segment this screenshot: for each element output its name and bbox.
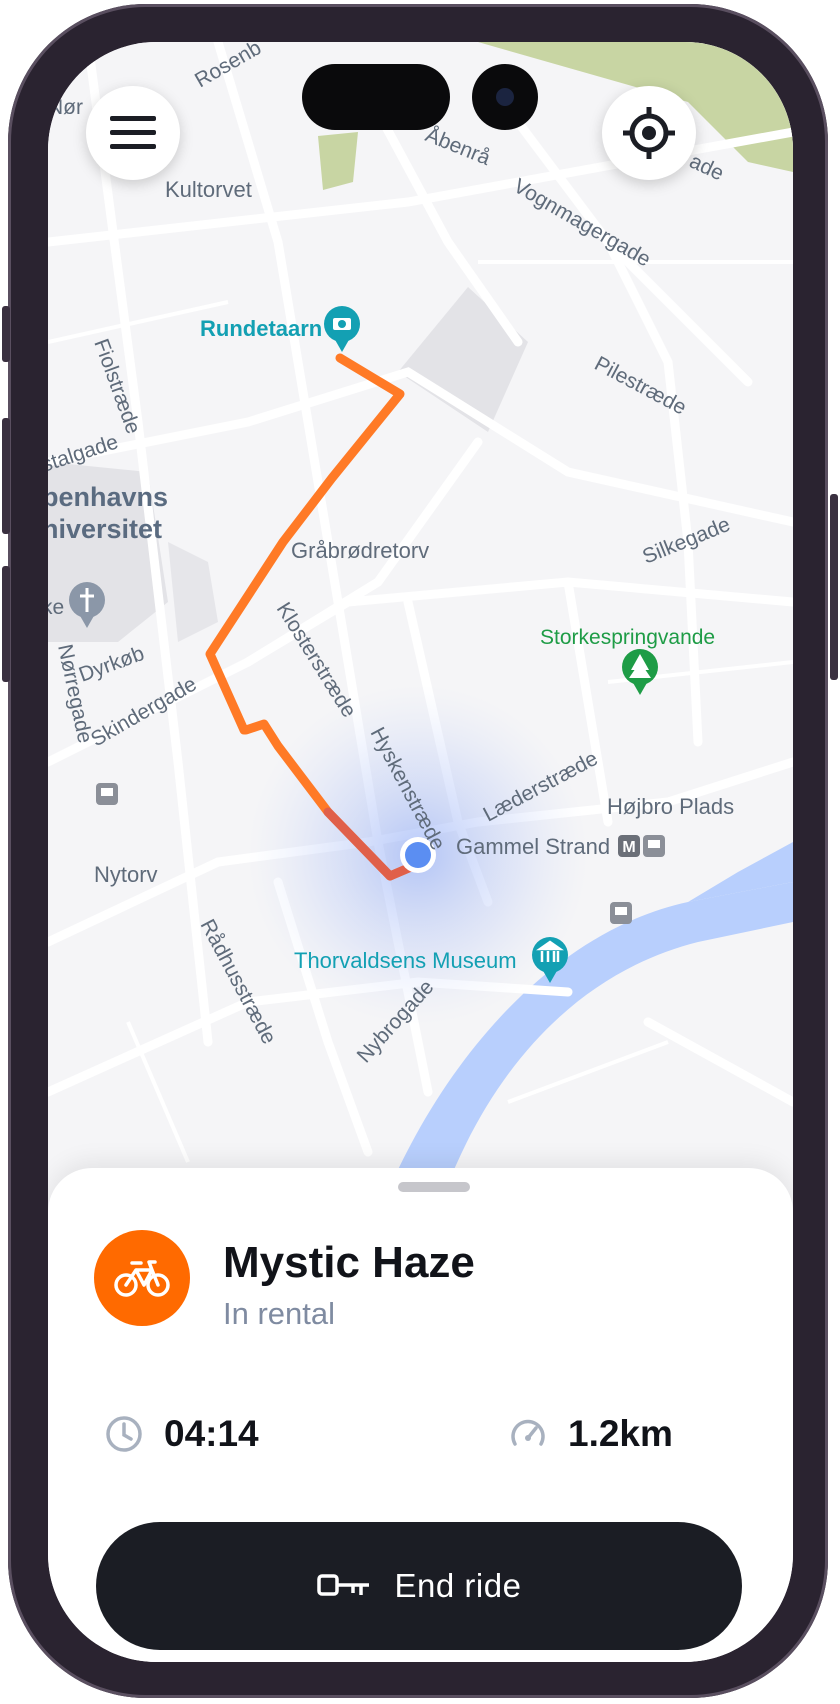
map-label: Nytorv — [94, 862, 158, 887]
map-label: ke — [48, 596, 64, 619]
map-label-storkespringvandet: Storkespringvande — [540, 626, 715, 649]
bike-avatar — [94, 1230, 190, 1326]
clock-icon — [106, 1416, 142, 1452]
front-camera — [472, 64, 538, 130]
end-ride-label: End ride — [394, 1567, 522, 1604]
volume-up-button — [2, 418, 10, 534]
speedometer-icon — [511, 1419, 545, 1446]
screen: M Nør Rosenb Kultorvet Åbenrå Vognmagerg… — [48, 42, 793, 1662]
rental-status: In rental — [223, 1296, 336, 1331]
bike-name: Mystic Haze — [223, 1238, 475, 1287]
volume-down-button — [2, 566, 10, 682]
bicycle-icon — [114, 1260, 170, 1297]
action-button — [2, 306, 10, 362]
map-label-rundetaarn: Rundetaarn — [200, 316, 322, 341]
dynamic-island — [302, 64, 450, 130]
hamburger-menu-icon — [110, 116, 156, 149]
duration-stat: 04:14 — [104, 1408, 259, 1460]
locate-me-button[interactable] — [602, 86, 696, 180]
map-label: Kultorvet — [165, 177, 252, 202]
duration-value: 04:14 — [164, 1413, 259, 1454]
map-label: Nør — [48, 96, 83, 119]
crosshair-locate-icon — [623, 107, 675, 159]
park-area — [318, 132, 358, 190]
end-ride-button[interactable]: End ride — [96, 1522, 742, 1650]
distance-stat: 1.2km — [508, 1408, 673, 1460]
sheet-drag-handle[interactable] — [398, 1182, 470, 1192]
metro-badge-label: M — [622, 839, 635, 856]
menu-button[interactable] — [86, 86, 180, 180]
map[interactable]: M Nør Rosenb Kultorvet Åbenrå Vognmagerg… — [48, 42, 793, 1242]
map-label: Højbro Plads — [607, 794, 734, 819]
bus-stop-icon[interactable] — [96, 783, 118, 805]
distance-value: 1.2km — [568, 1413, 673, 1454]
map-label-university: benhavns — [48, 482, 168, 512]
bus-stop-icon[interactable] — [643, 835, 665, 857]
key-icon — [316, 1574, 369, 1596]
metro-badge[interactable]: M — [618, 835, 640, 857]
map-label-thorvaldsens: Thorvaldsens Museum — [294, 948, 517, 973]
map-label: Gråbrødretorv — [291, 538, 429, 563]
bus-stop-icon[interactable] — [610, 902, 632, 924]
ride-sheet: Mystic Haze In rental 04:14 1.2km End ri… — [48, 1168, 793, 1662]
map-label-university: niversitet — [48, 514, 162, 544]
map-label: Gammel Strand — [456, 834, 610, 859]
power-button — [830, 494, 838, 680]
